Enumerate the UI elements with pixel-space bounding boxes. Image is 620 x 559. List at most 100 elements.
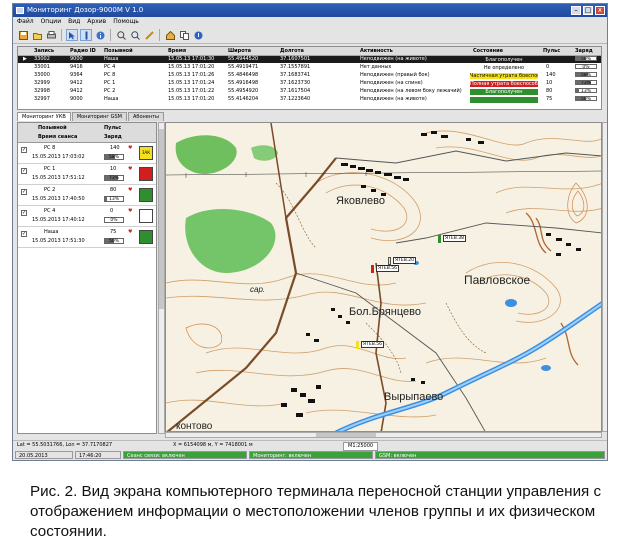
col-activity[interactable]: Активность <box>360 47 420 55</box>
close-button[interactable]: x <box>595 6 605 15</box>
item-pulse: 75 <box>110 229 117 235</box>
cell-state: Благополучен <box>470 56 538 63</box>
battery-indicator: 58% <box>575 72 597 77</box>
list-item[interactable]: ✓ РС 2 15.05.2013 17:40:50 80 ♥ 13% <box>18 185 156 206</box>
menu-view[interactable]: Вид <box>68 17 80 27</box>
item-pulse: 0 <box>110 208 114 214</box>
menu-file[interactable]: Файл <box>17 17 34 27</box>
pointer-icon[interactable] <box>66 29 78 41</box>
pen-icon[interactable] <box>143 29 155 41</box>
subscriber-list: Позывной Время сеанса Пульс Заряд ✓ РС 8 1… <box>17 122 157 434</box>
copy-icon[interactable] <box>178 29 190 41</box>
tab-gsm[interactable]: Мониторинг GSM <box>71 112 127 121</box>
table-row[interactable]: 33001 9416 РС 4 15.05.13 17:01:20 55.4919471… <box>18 64 601 71</box>
maximize-button[interactable]: □ <box>583 6 593 15</box>
cell-lat: 55.4954920 <box>228 88 259 94</box>
map-label-bryantsevo: Бол.Брянцево <box>349 306 421 318</box>
table-row[interactable]: 32999 9412 РС 1 15.05.13 17:01:24 55.4916498… <box>18 80 601 87</box>
checkbox[interactable]: ✓ <box>21 210 27 216</box>
checkbox[interactable]: ✓ <box>21 168 27 174</box>
heart-icon: ♥ <box>128 229 133 235</box>
battery-indicator: 50% <box>575 96 597 101</box>
cell-activity: Неподвижен (на спине) <box>360 80 423 86</box>
minimize-button[interactable]: – <box>571 6 581 15</box>
zoom-in-icon[interactable] <box>115 29 127 41</box>
cell-lat: 55.4846498 <box>228 72 259 78</box>
cell-call: РС 1 <box>104 80 116 86</box>
menu-help[interactable]: Помощь <box>113 17 139 27</box>
item-callsign: РС 4 <box>44 208 56 214</box>
marker-flag <box>356 341 359 349</box>
list-item[interactable]: ✓ РС 1 15.05.2013 17:51:12 10 ♥ 73% <box>18 164 156 185</box>
item-session-time: 15.05.2013 17:51:30 <box>32 238 85 244</box>
cursor-icon[interactable] <box>80 29 92 41</box>
map-label-pavlovskoe: Павловское <box>464 273 531 287</box>
col-callsign[interactable]: Позывной <box>104 47 140 55</box>
print-icon[interactable] <box>45 29 57 41</box>
col-charge[interactable]: Заряд <box>575 47 599 55</box>
cell-state: Благополучен <box>470 88 538 95</box>
table-row[interactable]: ▶ 33002 9000 Наша 15.05.13 17:01:30 55.494452… <box>18 56 601 63</box>
col-record[interactable]: Запись <box>34 47 66 55</box>
cell-time: 15.05.13 17:01:22 <box>168 88 215 94</box>
save-icon[interactable] <box>17 29 29 41</box>
item-callsign: РС 1 <box>44 166 56 172</box>
col-state[interactable]: Состояние <box>473 47 523 55</box>
list-item[interactable]: ✓ Наша 15.05.2013 17:51:30 75 ♥ 50% <box>18 227 156 248</box>
col-lon[interactable]: Долгота <box>280 47 320 55</box>
menu-archive[interactable]: Архив <box>87 17 106 27</box>
tab-vhf[interactable]: Мониторинг УКВ <box>17 112 71 121</box>
cell-state: Не определено <box>470 64 538 71</box>
list-item[interactable]: ✓ РС 8 15.05.2013 17:03:02 140 ♥ 58% ЗАК <box>18 143 156 164</box>
open-icon[interactable] <box>31 29 43 41</box>
cell-activity: Неподвижен (на животе) <box>360 56 427 62</box>
xy-readout: X = 6154098 м, Y = 7418001 м <box>173 442 253 448</box>
col-radio-id[interactable]: Радио ID <box>70 47 102 55</box>
map-canvas <box>166 123 601 431</box>
zoom-out-icon[interactable] <box>129 29 141 41</box>
checkbox[interactable]: ✓ <box>21 189 27 195</box>
table-row[interactable]: 32998 9412 РС 2 15.05.13 17:01:22 55.4954920… <box>18 88 601 95</box>
menu-options[interactable]: Опции <box>41 17 62 27</box>
checkbox[interactable]: ✓ <box>21 231 27 237</box>
home-icon[interactable] <box>164 29 176 41</box>
list-item[interactable]: ✓ РС 4 15.05.2013 17:40:12 0 ♥ 0% <box>18 206 156 227</box>
cell-lat: 55.4916498 <box>228 80 259 86</box>
item-session-time: 15.05.2013 17:40:12 <box>32 217 85 223</box>
status-gsm: GSM: включен <box>375 451 605 459</box>
info-icon[interactable] <box>94 29 106 41</box>
cell-time: 15.05.13 17:01:26 <box>168 72 215 78</box>
map-view[interactable]: Яковлево Павловское Бол.Брянцево Вырыпае… <box>165 122 602 432</box>
cell-time: 15.05.13 17:01:30 <box>168 56 215 62</box>
heart-icon: ♥ <box>128 187 133 193</box>
table-row[interactable]: 32997 9000 Наша 15.05.13 17:01:20 55.4146204… <box>18 96 601 103</box>
battery-indicator: 50% <box>104 238 124 244</box>
subscriber-list-header: Позывной Время сеанса Пульс Заряд <box>18 123 156 143</box>
cell-pulse: 80 <box>546 88 553 94</box>
status-indicator <box>139 188 153 202</box>
checkbox[interactable]: ✓ <box>21 147 27 153</box>
table-row[interactable]: 33000 9364 РС 8 15.05.13 17:01:26 55.4846498… <box>18 72 601 79</box>
cell-call: РС 8 <box>104 72 116 78</box>
battery-indicator: 50% <box>575 56 597 61</box>
tab-subscribers[interactable]: Абоненты <box>127 112 164 121</box>
units-table-header: Запись Радио ID Позывной Время Широта До… <box>18 47 601 56</box>
cell-pulse: 75 <box>546 96 553 102</box>
row-indicator-icon: ▶ <box>23 56 27 62</box>
cell-lat: 55.4919471 <box>228 64 259 70</box>
cell-activity: Неподвижен (на левом боку лежачий) <box>360 88 462 94</box>
col-lat[interactable]: Широта <box>228 47 268 55</box>
map-label-sar: сар. <box>250 285 266 294</box>
cell-state: Полная утрата боеспособности <box>470 80 538 87</box>
units-table: Запись Радио ID Позывной Время Широта До… <box>17 46 602 110</box>
map-horizontal-scrollbar[interactable] <box>165 432 602 438</box>
help-icon[interactable] <box>192 29 204 41</box>
status-indicator <box>139 230 153 244</box>
map-vertical-scrollbar[interactable] <box>602 122 607 432</box>
list-scrollbar[interactable] <box>158 122 165 434</box>
cell-activity: Неподвижен (правый бок) <box>360 72 430 78</box>
cell-lat: 55.4944520 <box>228 56 259 62</box>
item-pulse: 140 <box>110 145 120 151</box>
col-time[interactable]: Время <box>168 47 208 55</box>
col-pulse[interactable]: Пульс <box>543 47 567 55</box>
